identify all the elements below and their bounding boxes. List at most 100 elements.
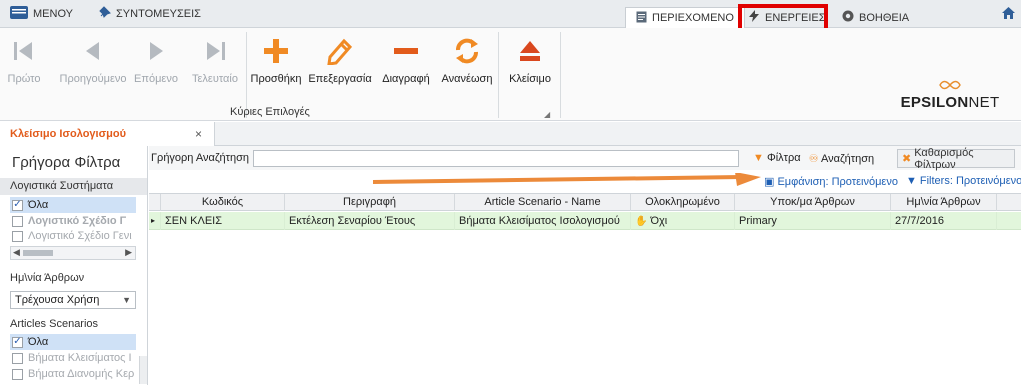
scenario-item[interactable]: Βήματα Διανομής Κερ	[12, 366, 138, 382]
tab-content[interactable]: ΠΕΡΙΕΧΟΜΕΝΟ	[625, 7, 745, 28]
plus-icon	[259, 34, 293, 68]
scroll-thumb[interactable]	[23, 250, 53, 256]
cell-date[interactable]: 27/7/2016	[891, 212, 997, 230]
systems-item-label: Λογιστικό Σχέδιο Γ	[28, 215, 127, 227]
clear-filters-icon: ✖	[902, 153, 912, 165]
logo-icon	[939, 80, 961, 90]
data-grid: Κωδικός Περιγραφή Article Scenario - Nam…	[149, 193, 1021, 385]
home-icon	[1002, 6, 1015, 22]
menu-button[interactable]: ΜΕΝΟΥ	[10, 0, 73, 28]
systems-item-all[interactable]: ✓ Όλα	[10, 197, 136, 213]
scenario-item-all[interactable]: ✓ Όλα	[10, 334, 136, 350]
checkbox[interactable]	[12, 368, 23, 380]
close-button[interactable]: Κλείσιμο	[504, 34, 556, 85]
row-indicator-icon: ▸	[149, 212, 161, 230]
next-label: Επόμενο	[134, 73, 178, 85]
column-header[interactable]: Περιγραφή	[285, 194, 455, 211]
document-icon	[636, 11, 647, 26]
display-link[interactable]: ▣ Εμφάνιση: Προτεινόμενο	[764, 175, 898, 188]
funnel-icon: ▼	[905, 175, 917, 187]
search-link[interactable]: ♾ Αναζήτηση	[809, 152, 874, 165]
checkbox[interactable]	[12, 230, 23, 242]
quick-search-label: Γρήγορη Αναζήτηση	[151, 152, 250, 164]
previous-button[interactable]: Προηγούμενο	[60, 34, 126, 85]
ribbon-separator	[498, 32, 499, 118]
clear-filters-label: Καθαρισμός Φίλτρων	[914, 146, 974, 171]
quick-filters-title: Γρήγορα Φίλτρα	[12, 154, 121, 171]
minus-icon	[389, 34, 423, 68]
edit-button[interactable]: Επεξεργασία	[307, 34, 373, 85]
scenarios-header: Articles Scenarios	[0, 316, 147, 333]
delete-label: Διαγραφή	[382, 73, 430, 85]
shortcuts-button[interactable]: ΣΥΝΤΟΜΕΥΣΕΙΣ	[98, 0, 201, 28]
filters-link-label: Φίλτρα	[766, 152, 801, 164]
previous-icon	[76, 34, 110, 68]
binoculars-icon: ♾	[808, 153, 819, 165]
scenario-item[interactable]: Βήματα Κλεισίματος Ι	[12, 350, 138, 366]
cell-completed-value: Όχι	[650, 215, 668, 227]
cell-description[interactable]: Εκτέλεση Σεναρίου Έτους	[285, 212, 455, 230]
table-row[interactable]: ▸ ΣΕΝ ΚΛΕΙΣ Εκτέλεση Σεναρίου Έτους Βήμα…	[149, 212, 1021, 230]
checkbox-checked[interactable]: ✓	[12, 199, 23, 211]
column-header[interactable]: Κωδικός	[161, 194, 285, 211]
checkbox-checked[interactable]: ✓	[12, 336, 23, 348]
add-button[interactable]: Προσθήκη	[251, 34, 301, 85]
last-icon	[198, 34, 232, 68]
document-tab[interactable]: Κλείσιμο Ισολογισμού ×	[0, 122, 215, 146]
cell-code[interactable]: ΣΕΝ ΚΛΕΙΣ	[161, 212, 285, 230]
close-label: Κλείσιμο	[509, 73, 551, 85]
date-combo[interactable]: Τρέχουσα Χρήση ▼	[10, 291, 136, 309]
group-expand-icon[interactable]: ◢	[544, 110, 550, 119]
cell-subsystem[interactable]: Primary	[735, 212, 891, 230]
column-header[interactable]: Υποκ/μα Άρθρων	[735, 194, 891, 211]
pencil-icon	[323, 34, 357, 68]
column-header[interactable]: Article Scenario - Name	[455, 194, 631, 211]
next-button[interactable]: Επόμενο	[134, 34, 178, 85]
column-header[interactable]: Ημ\νία Άρθρων	[891, 194, 997, 211]
scroll-left-icon[interactable]: ◀	[13, 247, 20, 258]
first-icon	[7, 34, 41, 68]
first-button[interactable]: Πρώτο	[6, 34, 42, 85]
add-label: Προσθήκη	[250, 73, 302, 85]
menu-icon	[10, 6, 28, 22]
view-options-bar: ▣ Εμφάνιση: Προτεινόμενο ▼ Filters: Προτ…	[149, 171, 1021, 191]
last-button[interactable]: Τελευταίο	[190, 34, 240, 85]
column-header[interactable]: Ολοκληρωμένο	[631, 194, 735, 211]
quick-search-input[interactable]	[253, 150, 739, 167]
systems-item[interactable]: Λογιστικό Σχέδιο Γενι	[12, 228, 138, 244]
systems-item-label: Λογιστικό Σχέδιο Γενι	[28, 230, 132, 242]
scroll-right-icon[interactable]: ▶	[125, 247, 132, 258]
orange-arrow-icon	[373, 173, 761, 186]
epsilonnet-logo: EPSILONNET	[880, 78, 1020, 111]
grid-header-indicator	[149, 194, 161, 211]
filters-link[interactable]: ▼ Φίλτρα	[753, 152, 801, 165]
cell-completed[interactable]: ✋ Όχι	[631, 212, 735, 230]
tab-help-label: ΒΟΗΘΕΙΑ	[859, 11, 910, 24]
quick-filters-panel: Γρήγορα Φίλτρα Λογιστικά Συστήματα ✓ Όλα…	[0, 146, 148, 385]
systems-item-label: Όλα	[28, 199, 49, 211]
scenario-item-label: Όλα	[28, 336, 49, 348]
ribbon-group-label: Κύριες Επιλογές	[230, 106, 310, 118]
menu-label: ΜΕΝΟΥ	[33, 8, 73, 20]
horizontal-scrollbar[interactable]: ◀ ▶	[10, 246, 136, 260]
tab-help[interactable]: ΒΟΗΘΕΙΑ	[832, 7, 919, 28]
date-header: Ημ\νία Άρθρων	[0, 270, 147, 287]
display-link-label: Εμφάνιση: Προτεινόμενο	[777, 176, 898, 188]
quick-search-bar: Γρήγορη Αναζήτηση ▼ Φίλτρα ♾ Αναζήτηση ✖…	[149, 146, 1021, 171]
resize-grip[interactable]	[139, 356, 147, 384]
ribbon-separator	[560, 32, 561, 118]
home-button[interactable]	[1002, 0, 1015, 28]
delete-button[interactable]: Διαγραφή	[381, 34, 431, 85]
search-link-label: Αναζήτηση	[820, 153, 875, 165]
clear-filters-button[interactable]: ✖ Καθαρισμός Φίλτρων	[897, 146, 1015, 171]
view-filters-link[interactable]: ▼ Filters: Προτεινόμενο	[906, 175, 1021, 188]
cell-scenario-name[interactable]: Βήματα Κλεισίματος Ισολογισμού	[455, 212, 631, 230]
checkbox[interactable]	[12, 352, 23, 364]
chevron-down-icon[interactable]: ▼	[122, 292, 131, 308]
close-tab-icon[interactable]: ×	[195, 127, 202, 141]
systems-item[interactable]: Λογιστικό Σχέδιο Γ	[12, 213, 126, 229]
eject-icon	[513, 34, 547, 68]
checkbox[interactable]	[12, 215, 23, 227]
grid-header: Κωδικός Περιγραφή Article Scenario - Nam…	[149, 194, 1021, 211]
refresh-button[interactable]: Ανανέωση	[441, 34, 493, 85]
